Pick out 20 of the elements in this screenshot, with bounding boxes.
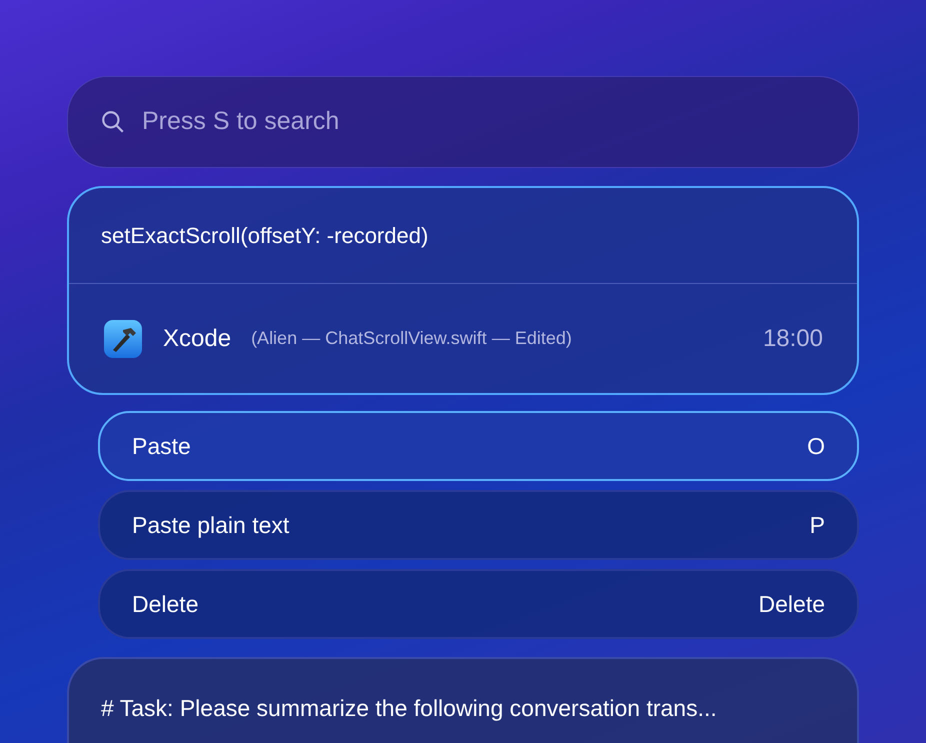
action-menu-item[interactable]: Paste O <box>98 411 859 481</box>
hammer-app-icon <box>103 318 143 358</box>
shortcut-key: O <box>807 428 825 464</box>
action-menu-item[interactable]: Delete Delete <box>98 569 859 639</box>
clip-card[interactable]: # Task: Please summarize the following conversation trans... <box>67 657 859 743</box>
window-title: (Alien — ChatScrollView.swift — Edited) <box>251 327 573 350</box>
action-label: Delete <box>132 590 198 619</box>
shortcut-key: Delete <box>758 586 825 622</box>
action-label: Paste <box>132 432 191 461</box>
action-label: Paste plain text <box>132 510 290 540</box>
clip-card[interactable]: setExactScroll(offsetY: -recorded) Xcode (Alien — ChatScrollView.swift — Edited) 18:00 <box>67 186 859 395</box>
clip-text: setExactScroll(offsetY: -recorded) <box>101 222 428 250</box>
search-input[interactable]: Press S to search <box>142 103 826 141</box>
shortcut-key: P <box>810 508 825 542</box>
action-menu-item[interactable]: Paste plain text P <box>98 490 859 560</box>
clip-text: # Task: Please summarize the following conversation trans... <box>101 695 717 721</box>
app-name: Xcode <box>163 324 232 354</box>
clip-time: 18:00 <box>762 324 823 354</box>
search-field[interactable]: Press S to search <box>67 76 859 168</box>
search-icon <box>100 109 126 135</box>
